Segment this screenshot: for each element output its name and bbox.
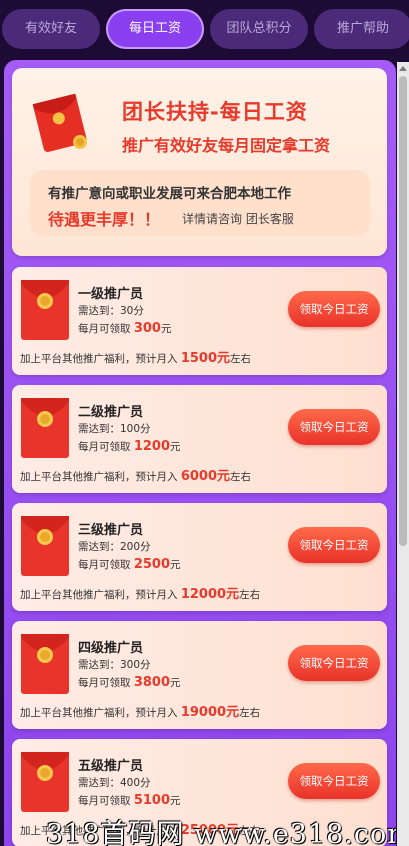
currency-unit: 元 [170, 441, 181, 453]
income-value: 6000元 [180, 469, 231, 484]
level-name: 三级推广员 [78, 523, 144, 538]
banner-subtitle: 推广有效好友每月固定拿工资 [122, 136, 331, 155]
monthly-value: 3800 [133, 675, 171, 690]
income-value: 19000元 [180, 705, 240, 720]
income-label: 加上平台其他推广福利，预计月入 [20, 471, 178, 483]
scrollbar[interactable] [397, 62, 409, 846]
claim-salary-button[interactable]: 领取今日工资 [288, 645, 380, 681]
currency-unit: 元 [170, 795, 181, 807]
level-card: 二级推广员 需达到：100分 每月可领取 1200元 加上平台其他推广福利，预计月入 … [12, 385, 387, 493]
level-name: 二级推广员 [78, 405, 144, 420]
income-label: 加上平台其他推广福利，预计月入 [20, 589, 178, 601]
claim-salary-button[interactable]: 领取今日工资 [288, 409, 380, 445]
red-envelope-icon [21, 280, 69, 340]
level-requirement: 需达到：200分 [78, 541, 151, 553]
monthly-value: 300 [133, 321, 161, 336]
income-suffix: 左右 [239, 707, 261, 719]
red-envelope-icon [21, 398, 69, 458]
red-envelope-icon [21, 752, 69, 812]
claim-salary-button[interactable]: 领取今日工资 [288, 527, 380, 563]
estimated-income: 加上平台其他推广福利，预计月入 19000元左右 [20, 701, 260, 720]
banner-title: 团长扶持-每日工资 [122, 100, 308, 124]
watermark: 318首码网 www.e318.com [46, 819, 396, 846]
monthly-label: 每月可领取 [78, 323, 131, 335]
notice-contact: 详情请咨询 团长客服 [182, 212, 294, 226]
level-card: 三级推广员 需达到：200分 每月可领取 2500元 加上平台其他推广福利，预计月入 … [12, 503, 387, 611]
level-name: 一级推广员 [78, 287, 144, 302]
content-panel: 团长扶持-每日工资 推广有效好友每月固定拿工资 有推广意向或职业发展可来合肥本地… [4, 60, 396, 846]
tab-team-points[interactable]: 团队总积分 [210, 9, 308, 49]
level-requirement: 需达到：300分 [78, 659, 151, 671]
monthly-amount: 每月可领取 3800元 [78, 675, 181, 690]
monthly-value: 5100 [133, 793, 171, 808]
level-card: 一级推广员 需达到：30分 每月可领取 300元 加上平台其他推广福利，预计月入 15… [12, 267, 387, 375]
currency-unit: 元 [160, 323, 172, 335]
tab-valid-friends[interactable]: 有效好友 [2, 9, 100, 49]
income-value: 12000元 [180, 587, 240, 602]
salary-banner: 团长扶持-每日工资 推广有效好友每月固定拿工资 有推广意向或职业发展可来合肥本地… [12, 68, 387, 256]
red-envelope-icon [21, 516, 69, 576]
monthly-amount: 每月可领取 1200元 [78, 439, 181, 454]
monthly-amount: 每月可领取 2500元 [78, 557, 181, 572]
claim-salary-button[interactable]: 领取今日工资 [288, 763, 380, 799]
notice-highlight: 待遇更丰厚！！ [48, 210, 161, 229]
income-value: 1500元 [180, 351, 231, 366]
claim-salary-button[interactable]: 领取今日工资 [288, 291, 380, 327]
red-envelope-icon [21, 634, 69, 694]
income-label: 加上平台其他推广福利，预计月入 [20, 707, 178, 719]
estimated-income: 加上平台其他推广福利，预计月入 1500元左右 [20, 347, 251, 366]
recruit-notice: 有推广意向或职业发展可来合肥本地工作 待遇更丰厚！！ 详情请咨询 团长客服 [30, 170, 370, 236]
monthly-value: 2500 [133, 557, 171, 572]
monthly-amount: 每月可领取 300元 [78, 321, 171, 336]
currency-unit: 元 [170, 559, 181, 571]
currency-unit: 元 [170, 677, 181, 689]
scroll-up-arrow-icon[interactable] [399, 66, 407, 71]
monthly-label: 每月可领取 [78, 795, 131, 807]
level-card: 四级推广员 需达到：300分 每月可领取 3800元 加上平台其他推广福利，预计月入 … [12, 621, 387, 729]
income-suffix: 左右 [230, 471, 252, 483]
red-envelope-icon [32, 93, 87, 152]
tab-daily-salary[interactable]: 每日工资 [106, 9, 204, 49]
estimated-income: 加上平台其他推广福利，预计月入 12000元左右 [20, 583, 260, 602]
income-label: 加上平台其他推广福利，预计月入 [20, 353, 178, 365]
estimated-income: 加上平台其他推广福利，预计月入 6000元左右 [20, 465, 251, 484]
notice-text: 有推广意向或职业发展可来合肥本地工作 [48, 186, 291, 202]
level-requirement: 需达到：30分 [78, 305, 144, 317]
tab-promotion-help[interactable]: 推广帮助 [314, 9, 409, 49]
scrollbar-thumb[interactable] [399, 76, 407, 546]
tab-bar: 有效好友 每日工资 团队总积分 推广帮助 [0, 0, 409, 60]
monthly-amount: 每月可领取 5100元 [78, 793, 181, 808]
income-suffix: 左右 [239, 589, 261, 601]
monthly-value: 1200 [133, 439, 171, 454]
level-name: 五级推广员 [78, 759, 144, 774]
monthly-label: 每月可领取 [78, 559, 131, 571]
monthly-label: 每月可领取 [78, 677, 131, 689]
income-suffix: 左右 [230, 353, 252, 365]
level-requirement: 需达到：100分 [78, 423, 151, 435]
level-requirement: 需达到：400分 [78, 777, 151, 789]
level-name: 四级推广员 [78, 641, 144, 656]
monthly-label: 每月可领取 [78, 441, 131, 453]
